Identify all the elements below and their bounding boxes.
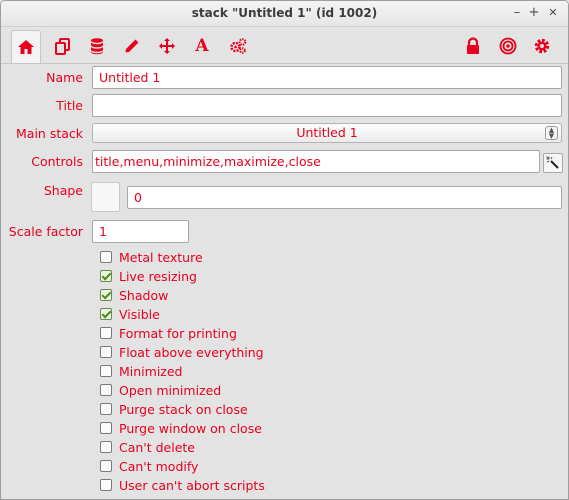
- gears-icon: [230, 38, 247, 54]
- checkbox-label: Live resizing: [119, 268, 197, 284]
- option-checkbox-row[interactable]: Float above everything: [100, 344, 264, 360]
- database-icon: [91, 38, 103, 55]
- checkbox[interactable]: [100, 460, 112, 472]
- main-stack-label: Main stack: [16, 126, 83, 141]
- tab-custom-properties[interactable]: [82, 31, 112, 61]
- checkbox[interactable]: [100, 384, 112, 396]
- tab-basic-properties[interactable]: [11, 30, 41, 63]
- tab-advanced[interactable]: [223, 31, 253, 61]
- tab-colors[interactable]: [117, 31, 147, 61]
- chevron-updown-icon: ▲ ▼: [545, 126, 558, 140]
- checkbox-label: Purge stack on close: [119, 401, 248, 417]
- checkbox-label: Format for printing: [119, 325, 237, 341]
- checkbox[interactable]: [100, 251, 112, 263]
- checkbox-label: Purge window on close: [119, 420, 262, 436]
- checkbox[interactable]: [100, 403, 112, 415]
- lock-button[interactable]: [458, 31, 488, 61]
- controls-field[interactable]: title,menu,minimize,maximize,close: [92, 150, 540, 173]
- checkbox-label: Open minimized: [119, 382, 222, 398]
- option-checkbox-row[interactable]: User can't abort scripts: [100, 477, 265, 493]
- checkbox-label: Shadow: [119, 287, 169, 303]
- tab-size-position[interactable]: [152, 31, 182, 61]
- checkbox-label: Float above everything: [119, 344, 264, 360]
- controls-picker-button[interactable]: [543, 153, 563, 173]
- checkbox[interactable]: [100, 422, 112, 434]
- checkbox[interactable]: [100, 346, 112, 358]
- tab-text-formatting[interactable]: A: [187, 31, 217, 61]
- target-icon: [499, 37, 517, 55]
- name-label: Name: [46, 70, 83, 85]
- home-icon: [18, 40, 34, 54]
- checkbox-label: Visible: [119, 306, 160, 322]
- title-field[interactable]: [92, 94, 562, 117]
- tab-card-icons[interactable]: [48, 31, 78, 61]
- option-checkbox-row[interactable]: Can't delete: [100, 439, 195, 455]
- checkbox-label: Can't modify: [119, 458, 199, 474]
- copy-icon: [55, 38, 70, 55]
- font-icon: A: [195, 36, 209, 56]
- option-checkbox-row[interactable]: Purge stack on close: [100, 401, 248, 417]
- name-field[interactable]: Untitled 1: [92, 66, 562, 89]
- checkbox[interactable]: [100, 327, 112, 339]
- pencil-icon: [125, 39, 139, 53]
- target-button[interactable]: [493, 31, 523, 61]
- option-checkbox-row[interactable]: Visible: [100, 306, 160, 322]
- checkbox[interactable]: [100, 270, 112, 282]
- option-checkbox-row[interactable]: Format for printing: [100, 325, 237, 341]
- checkbox[interactable]: [100, 479, 112, 491]
- shape-label: Shape: [43, 183, 83, 198]
- option-checkbox-row[interactable]: Minimized: [100, 363, 183, 379]
- checkbox-label: Can't delete: [119, 439, 196, 455]
- main-stack-select[interactable]: Untitled 1 ▲ ▼: [92, 123, 562, 143]
- move-icon: [159, 38, 175, 54]
- title-label: Title: [56, 98, 83, 113]
- option-checkbox-row[interactable]: Metal texture: [100, 249, 203, 265]
- option-checkbox-row[interactable]: Can't modify: [100, 458, 198, 474]
- checkbox[interactable]: [100, 365, 112, 377]
- minimize-icon[interactable]: –: [508, 4, 526, 22]
- close-icon[interactable]: ✕: [544, 4, 562, 22]
- stack-inspector-window: stack "Untitled 1" (id 1002) – + ✕ A Nam…: [0, 0, 569, 500]
- checkbox[interactable]: [100, 308, 112, 320]
- scale-factor-label: Scale factor: [8, 224, 83, 239]
- checkbox-label: Minimized: [119, 363, 183, 379]
- title-bar[interactable]: stack "Untitled 1" (id 1002) – + ✕: [1, 1, 568, 27]
- option-checkbox-row[interactable]: Shadow: [100, 287, 168, 303]
- lock-icon: [467, 37, 479, 54]
- checkbox[interactable]: [100, 289, 112, 301]
- shape-field[interactable]: 0: [127, 186, 562, 209]
- scale-factor-field[interactable]: 1: [92, 220, 189, 243]
- shape-image-well[interactable]: [91, 182, 120, 212]
- checkbox-label: User can't abort scripts: [119, 477, 265, 493]
- settings-button[interactable]: [527, 31, 557, 61]
- option-checkbox-row[interactable]: Open minimized: [100, 382, 221, 398]
- gear-icon: [534, 38, 550, 54]
- maximize-icon[interactable]: +: [525, 4, 543, 22]
- inspector-toolbar: A: [1, 27, 568, 63]
- checkbox-label: Metal texture: [119, 249, 203, 265]
- option-checkbox-row[interactable]: Live resizing: [100, 268, 197, 284]
- magic-wand-icon: [546, 156, 559, 169]
- basic-properties-panel: Name Untitled 1 Title Main stack Untitle…: [1, 63, 568, 499]
- controls-label: Controls: [31, 154, 83, 169]
- option-checkbox-row[interactable]: Purge window on close: [100, 420, 262, 436]
- main-stack-value: Untitled 1: [296, 125, 358, 140]
- checkbox[interactable]: [100, 441, 112, 453]
- window-title: stack "Untitled 1" (id 1002): [191, 6, 378, 20]
